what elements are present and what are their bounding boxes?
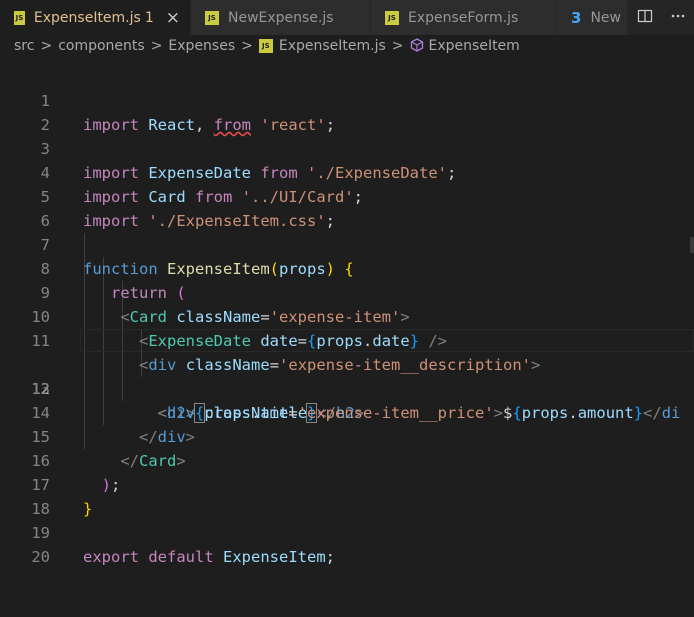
code-line[interactable]: 6 <box>0 185 694 230</box>
tab-new-css[interactable]: 3 New <box>557 0 628 35</box>
tab-label: ExpenseItem.js <box>33 9 141 26</box>
tab-label: NewExpense.js <box>228 9 334 26</box>
close-icon[interactable]: × <box>166 8 180 28</box>
code-line[interactable]: 2 <box>0 89 694 134</box>
code-line[interactable]: 20 <box>0 521 694 566</box>
breadcrumb-symbol[interactable]: ExpenseItem <box>429 38 520 54</box>
chevron-right-icon: > <box>150 38 163 54</box>
js-file-icon: JS <box>385 10 399 25</box>
code-line[interactable]: 3 import ExpenseDate from './ExpenseDate… <box>0 113 694 182</box>
code-line[interactable]: 14 </div> <box>0 377 694 446</box>
code-line[interactable]: 10 <ExpenseDate date={props.date} /> <box>0 281 694 350</box>
tab-label: New <box>590 9 621 26</box>
tab-expenseform-js[interactable]: JS ExpenseForm.js <box>371 0 557 35</box>
code-line[interactable]: 15 </Card> <box>0 401 694 470</box>
tab-bar: JS ExpenseItem.js 1 × JS NewExpense.js J… <box>0 0 694 35</box>
code-line[interactable]: 7 function ExpenseItem(props) { <box>0 209 694 278</box>
code-line[interactable]: 16 ); <box>0 425 694 494</box>
js-file-icon: JS <box>205 10 219 25</box>
code-line[interactable]: 19 export default ExpenseItem; <box>0 497 694 566</box>
chevron-right-icon: > <box>40 38 53 54</box>
chevron-right-icon: > <box>391 38 404 54</box>
code-line-current[interactable]: 12 <h2>{props.title}</h2> <box>0 329 694 423</box>
tab-expenseitem-js[interactable]: JS ExpenseItem.js 1 × <box>0 0 191 35</box>
css-file-icon: 3 <box>571 8 582 27</box>
more-actions-icon[interactable] <box>670 8 686 28</box>
breadcrumb: src > components > Expenses > JS Expense… <box>0 35 694 57</box>
problem-count-badge: 1 <box>144 9 154 26</box>
code-line[interactable]: 17 } <box>0 449 694 518</box>
breadcrumb-src[interactable]: src <box>14 38 34 54</box>
split-editor-icon[interactable] <box>637 8 653 28</box>
code-editor[interactable]: 1 import React, from 'react'; 2 3 import… <box>0 65 694 566</box>
breadcrumb-file[interactable]: ExpenseItem.js <box>279 38 386 54</box>
current-line-highlight <box>80 329 694 352</box>
code-line[interactable]: 18 <box>0 473 694 518</box>
tab-newexpense-js[interactable]: JS NewExpense.js <box>191 0 371 35</box>
tab-label: ExpenseForm.js <box>408 9 519 26</box>
chevron-right-icon: > <box>241 38 253 54</box>
breadcrumb-components[interactable]: components <box>58 38 145 54</box>
symbol-method-icon <box>410 38 424 54</box>
js-file-icon: JS <box>14 10 25 25</box>
code-line[interactable]: 9 <Card className='expense-item'> <box>0 257 694 326</box>
overview-ruler-mark <box>690 237 694 253</box>
breadcrumb-expenses[interactable]: Expenses <box>168 38 235 54</box>
line-number: 20 <box>31 548 50 566</box>
code-line[interactable]: 13 <div className='expense-item__price'>… <box>0 353 694 422</box>
code-line[interactable]: 5 import './ExpenseItem.css'; <box>0 161 694 230</box>
code-line[interactable]: 4 import Card from '../UI/Card'; <box>0 137 694 206</box>
js-file-icon: JS <box>258 39 273 53</box>
code-line[interactable]: 8 return ( <box>0 233 694 302</box>
code-line[interactable]: 1 import React, from 'react'; <box>0 65 694 134</box>
code-line[interactable]: 11 <div className='expense-item__descrip… <box>0 305 694 374</box>
editor-actions <box>628 0 694 35</box>
line-text: export default ExpenseItem; <box>83 548 336 566</box>
